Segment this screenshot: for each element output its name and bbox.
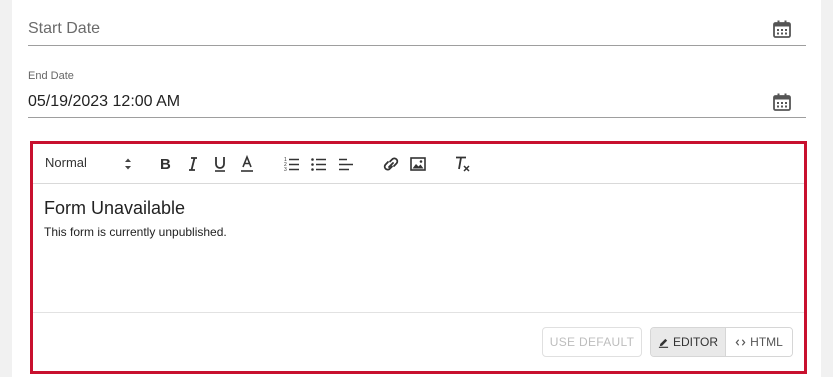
end-date-field[interactable]: End Date 05/19/2023 12:00 AM [28,62,806,118]
content-body: This form is currently unpublished. [44,225,227,239]
end-date-label: End Date [28,70,74,82]
clear-format-icon[interactable] [454,154,472,174]
ordered-list-icon[interactable]: 1 2 3 [283,154,301,174]
code-icon [735,337,746,348]
editor-footer: USE DEFAULT EDITOR HTML [33,312,804,374]
text-color-icon[interactable] [238,154,256,174]
bullet-list-icon[interactable] [310,154,328,174]
end-date-value[interactable]: 05/19/2023 12:00 AM [28,93,180,111]
format-select-value: Normal [45,155,87,170]
calendar-icon[interactable] [772,19,792,39]
svg-text:3: 3 [284,167,287,173]
format-select[interactable]: Normal [45,155,135,173]
image-icon[interactable] [409,154,427,174]
editor-mode-toggle: EDITOR HTML [650,327,793,357]
svg-text:B: B [160,156,171,173]
html-mode-label: HTML [750,335,783,349]
align-icon[interactable] [337,154,355,174]
link-icon[interactable] [382,154,400,174]
html-mode-button[interactable]: HTML [726,328,792,356]
select-arrows-icon [125,158,131,170]
editor-toolbar: Normal B 1 2 3 [33,144,804,184]
underline-icon[interactable] [211,154,229,174]
calendar-icon[interactable] [772,92,792,112]
bold-icon[interactable]: B [157,154,175,174]
italic-icon[interactable] [184,154,202,174]
editor-mode-button[interactable]: EDITOR [651,328,726,356]
start-date-field[interactable]: Start Date [28,0,806,46]
start-date-placeholder: Start Date [28,20,101,37]
rich-text-editor: Normal B 1 2 3 Form Unavailable This for… [30,141,807,374]
editor-content[interactable]: Form Unavailable This form is currently … [44,198,227,239]
content-heading: Form Unavailable [44,198,186,218]
pencil-icon [658,337,669,348]
use-default-button[interactable]: USE DEFAULT [542,327,642,357]
editor-mode-label: EDITOR [672,335,719,349]
